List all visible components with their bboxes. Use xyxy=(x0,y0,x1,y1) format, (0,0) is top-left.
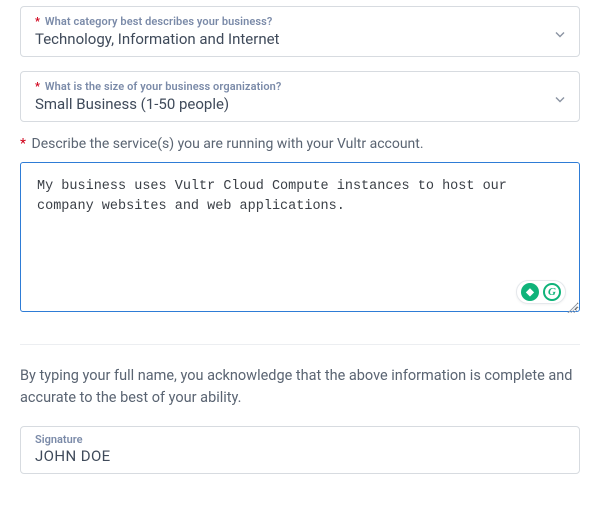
services-textarea[interactable] xyxy=(20,162,580,312)
business-size-label: * What is the size of your business orga… xyxy=(35,80,565,93)
chevron-down-icon xyxy=(555,87,565,106)
section-divider xyxy=(20,344,580,345)
signature-label: Signature xyxy=(35,433,565,446)
services-label: * Describe the service(s) you are runnin… xyxy=(20,136,580,152)
required-asterisk: * xyxy=(20,136,26,152)
signature-value: JOHN DOE xyxy=(35,447,565,465)
grammarly-icon: G xyxy=(543,283,561,301)
acknowledgment-text: By typing your full name, you acknowledg… xyxy=(20,365,580,410)
grammarly-widget[interactable]: ◆ G xyxy=(516,280,566,304)
required-asterisk: * xyxy=(35,15,40,28)
required-asterisk: * xyxy=(35,80,40,93)
business-category-label: * What category best describes your busi… xyxy=(35,15,565,28)
resize-handle-icon[interactable] xyxy=(565,301,577,313)
lightbulb-icon: ◆ xyxy=(521,283,539,301)
signature-input[interactable]: Signature JOHN DOE xyxy=(20,426,580,474)
chevron-down-icon xyxy=(555,22,565,41)
business-size-select[interactable]: * What is the size of your business orga… xyxy=(20,71,580,122)
business-category-value: Technology, Information and Internet xyxy=(35,30,565,48)
business-category-select[interactable]: * What category best describes your busi… xyxy=(20,6,580,57)
business-size-value: Small Business (1-50 people) xyxy=(35,95,565,113)
